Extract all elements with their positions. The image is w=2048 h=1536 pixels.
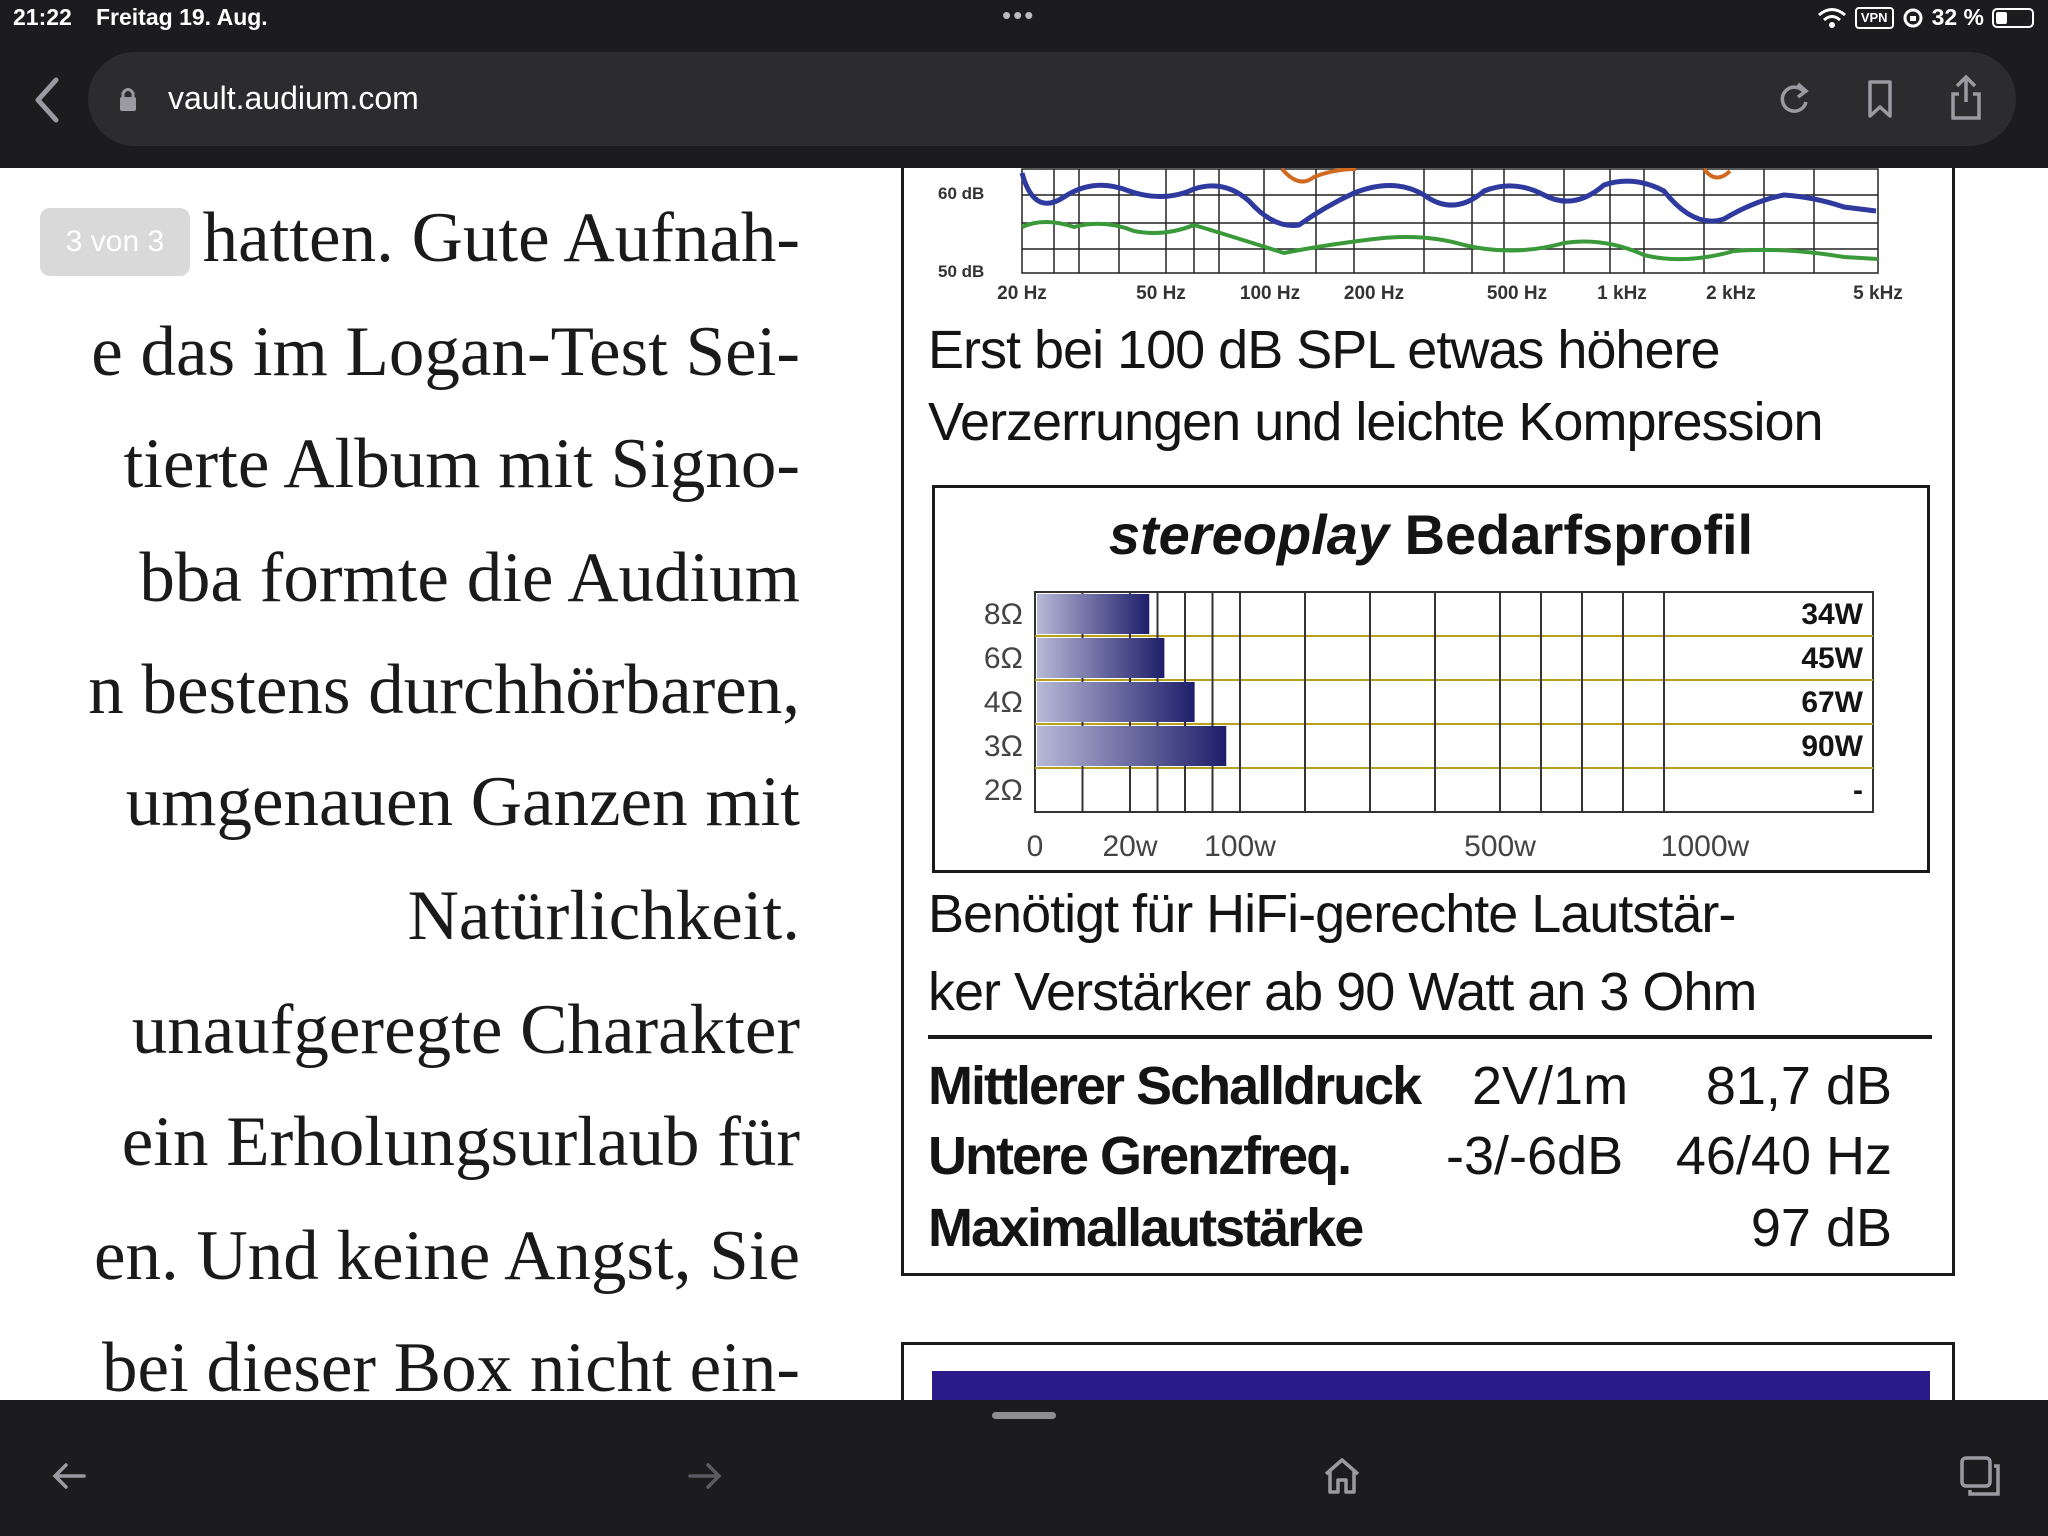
spec-condition: -3/-6dB <box>1446 1126 1624 1186</box>
spec-value: 97 dB <box>1750 1198 1892 1258</box>
article-line: ein Erholungsurlaub für <box>121 1103 800 1181</box>
wifi-icon <box>1817 7 1846 28</box>
url-text: vault.audium.com <box>168 80 419 116</box>
multitasking-dots-icon[interactable]: ••• <box>1002 0 1035 31</box>
x-tick-label: 5 kHz <box>1853 283 1903 304</box>
home-icon <box>1324 1458 1360 1494</box>
x-tick-label: 100 Hz <box>1240 283 1300 304</box>
page-indicator: 3 von 3 <box>40 208 190 276</box>
power-tick-label: 1000w <box>1661 830 1750 863</box>
impedance-label: 8Ω <box>984 598 1023 631</box>
article-line: tierte Album mit Signo- <box>123 425 800 503</box>
green-curve <box>1021 220 1879 262</box>
chevron-left-icon <box>35 77 59 123</box>
frequency-response-chart: 60 dB 50 dB 20 Hz 50 Hz 100 Hz 200 Hz 50… <box>938 168 1903 304</box>
y-tick-label: 60 dB <box>938 184 984 203</box>
profile-bar <box>1037 638 1165 678</box>
bookmark-icon[interactable] <box>1860 72 1900 124</box>
bedarfsprofil-box: stereoplay Bedarfsprofil 8Ω 6Ω 4Ω 3Ω 2Ω 34W 45… <box>932 485 1930 873</box>
next-panel-header <box>932 1371 1930 1400</box>
profile-bar <box>1037 726 1227 766</box>
power-value-label: 45W <box>1801 642 1863 675</box>
article-line: bba formte die Audium <box>139 539 800 617</box>
spec-value: 81,7 dB <box>1705 1056 1892 1116</box>
article-line: hatten. Gute Aufnah- <box>202 199 800 277</box>
blue-curve <box>1019 172 1877 228</box>
x-tick-label: 1 kHz <box>1597 283 1647 304</box>
x-tick-label: 50 Hz <box>1136 283 1186 304</box>
x-tick-label: 20 Hz <box>997 283 1047 304</box>
power-tick-label: 500w <box>1464 830 1536 863</box>
profile-bar <box>1037 682 1195 722</box>
article-line: bei dieser Box nicht ein- <box>102 1329 800 1400</box>
tabs-button[interactable] <box>1956 1452 2004 1500</box>
x-tick-label: 200 Hz <box>1344 283 1404 304</box>
toolbar-handle[interactable] <box>992 1412 1056 1419</box>
spec-value: 46/40 Hz <box>1675 1126 1892 1186</box>
x-tick-label: 500 Hz <box>1487 283 1547 304</box>
profile-caption-line: Benötigt für HiFi-gerechte Lautstär- <box>928 884 1736 944</box>
home-button[interactable] <box>1318 1452 1366 1500</box>
status-date: Freitag 19. Aug. <box>96 4 268 30</box>
profile-bar <box>1037 594 1150 634</box>
tabs-icon <box>1960 1456 2000 1496</box>
orange-curve <box>1280 168 1732 184</box>
chart-caption-line: Verzerrungen und leichte Kompression <box>928 392 1824 452</box>
x-tick-label: 2 kHz <box>1706 283 1756 304</box>
address-bar-actions <box>1774 72 1986 124</box>
status-time: 21:22 <box>13 4 72 30</box>
battery-icon <box>1992 7 2034 28</box>
impedance-label: 6Ω <box>984 642 1023 675</box>
divider <box>928 1035 1932 1039</box>
page-content[interactable]: 3 von 3 hatten. Gute Aufnah- e das im Lo… <box>0 168 2048 1400</box>
arrow-left-icon <box>52 1463 86 1489</box>
browser-chrome: 21:22 Freitag 19. Aug. ••• VPN 32 % vaul… <box>0 0 2048 168</box>
article-line: unaufgeregte Charakter <box>131 991 800 1069</box>
share-icon[interactable] <box>1946 72 1986 124</box>
impedance-label: 4Ω <box>984 686 1023 719</box>
bottom-toolbar <box>0 1400 2048 1536</box>
spec-row-maximallautstaerke: Maximallautstärke 97 dB <box>928 1197 1932 1263</box>
power-value-label: 34W <box>1801 598 1863 631</box>
impedance-label: 2Ω <box>984 774 1023 807</box>
test-data-panel: 60 dB 50 dB 20 Hz 50 Hz 100 Hz 200 Hz 50… <box>901 168 1955 1276</box>
spec-label: Maximallautstärke <box>928 1198 1364 1258</box>
spec-row-schalldruck: Mittlerer Schalldruck 2V/1m 81,7 dB <box>928 1055 1932 1121</box>
y-tick-label: 50 dB <box>938 262 984 281</box>
article-line: umgenauen Ganzen mit <box>125 763 800 841</box>
impedance-label: 3Ω <box>984 730 1023 763</box>
back-nav-button[interactable] <box>46 1452 94 1500</box>
bedarfsprofil-chart: 8Ω 6Ω 4Ω 3Ω 2Ω 34W 45W 67W 90W - 0 20w 100w 500w 1000w <box>984 591 1874 863</box>
power-tick-label: 100w <box>1204 830 1276 863</box>
orientation-lock-icon <box>1903 8 1923 27</box>
spec-label: Untere Grenzfreq. <box>928 1126 1352 1186</box>
profile-caption-line: ker Verstärker ab 90 Watt an 3 Ohm <box>928 962 1757 1022</box>
chart-caption-line: Erst bei 100 dB SPL etwas höhere <box>928 320 1720 380</box>
power-value-label: 90W <box>1801 730 1863 763</box>
status-indicators: VPN 32 % <box>1817 4 2034 31</box>
forward-nav-button[interactable] <box>680 1452 728 1500</box>
vpn-badge: VPN <box>1854 6 1894 29</box>
battery-percent: 32 % <box>1931 4 1984 30</box>
power-tick-label: 20w <box>1102 830 1157 863</box>
article-line: n bestens durchhörbaren, <box>88 651 800 729</box>
spec-condition: 2V/1m <box>1472 1056 1629 1116</box>
back-button[interactable] <box>22 70 70 130</box>
arrow-right-icon <box>688 1463 722 1489</box>
article-line: Natürlichkeit. <box>407 877 800 955</box>
next-panel <box>901 1342 1955 1400</box>
article-line: en. Und keine Angst, Sie <box>94 1217 800 1295</box>
spec-label: Mittlerer Schalldruck <box>928 1056 1422 1116</box>
power-value-label: - <box>1853 774 1863 807</box>
spec-row-grenzfreq: Untere Grenzfreq. -3/-6dB 46/40 Hz <box>928 1125 1932 1191</box>
address-bar[interactable]: vault.audium.com <box>88 52 2016 146</box>
power-tick-label: 0 <box>1027 830 1044 863</box>
lock-icon <box>120 88 136 111</box>
reload-icon[interactable] <box>1774 72 1814 124</box>
article-line: e das im Logan-Test Sei- <box>91 313 800 391</box>
power-value-label: 67W <box>1801 686 1863 719</box>
